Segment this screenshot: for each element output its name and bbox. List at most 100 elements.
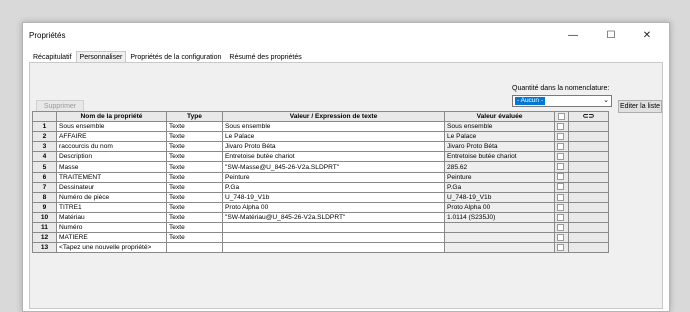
row-checkbox[interactable] bbox=[557, 183, 564, 191]
value-expression-cell[interactable]: "SW-Masse@U_845-26-V2a.SLDPRT" bbox=[222, 161, 445, 173]
row-checkbox-cell[interactable] bbox=[554, 121, 569, 133]
row-checkbox-cell[interactable] bbox=[554, 232, 569, 244]
type-cell[interactable]: Texte bbox=[166, 232, 223, 244]
value-expression-cell[interactable]: "SW-Matériau@U_845-26-V2a.SLDPRT" bbox=[222, 211, 445, 224]
property-name-cell[interactable]: Masse bbox=[56, 161, 167, 173]
row-number: 8 bbox=[32, 191, 57, 203]
type-cell[interactable]: Texte bbox=[166, 201, 223, 213]
row-link-cell bbox=[568, 151, 609, 163]
row-checkbox-cell[interactable] bbox=[554, 181, 569, 193]
table-row[interactable]: 12 MATIERE Texte bbox=[32, 232, 609, 244]
table-row[interactable]: 6 TRAITEMENT Texte Peinture Peinture bbox=[32, 171, 609, 183]
quantity-select[interactable]: - Aucun - ⌄ bbox=[512, 95, 612, 107]
row-checkbox-cell[interactable] bbox=[554, 171, 569, 183]
row-checkbox-cell[interactable] bbox=[554, 201, 569, 213]
property-name-cell[interactable]: Matériau bbox=[56, 211, 167, 224]
value-expression-cell[interactable]: Jivaro Proto Béta bbox=[222, 141, 445, 153]
row-checkbox-cell[interactable] bbox=[554, 161, 569, 173]
tab-bar: Récapitulatif Personnaliser Propriétés d… bbox=[29, 51, 306, 63]
minimize-button[interactable]: — bbox=[561, 27, 585, 45]
table-row[interactable]: 11 Numéro Texte bbox=[32, 222, 609, 234]
value-expression-cell[interactable] bbox=[222, 222, 445, 234]
row-link-cell bbox=[568, 222, 609, 234]
table-row[interactable]: 9 TITRE1 Texte Proto Alpha 00 Proto Alpha 00 bbox=[32, 201, 609, 213]
property-name-cell[interactable]: TRAITEMENT bbox=[56, 171, 167, 183]
row-checkbox-cell[interactable] bbox=[554, 151, 569, 163]
close-button[interactable]: ✕ bbox=[635, 27, 659, 45]
value-expression-cell[interactable]: Proto Alpha 00 bbox=[222, 201, 445, 213]
type-cell[interactable]: Texte bbox=[166, 141, 223, 153]
row-link-cell bbox=[568, 141, 609, 153]
table-row[interactable]: 4 Description Texte Entretoise butée chario… bbox=[32, 151, 609, 163]
row-checkbox-cell[interactable] bbox=[554, 222, 569, 234]
row-checkbox[interactable] bbox=[557, 193, 564, 201]
property-name-cell[interactable]: Description bbox=[56, 151, 167, 163]
row-checkbox[interactable] bbox=[557, 233, 564, 241]
header-select-all[interactable] bbox=[554, 110, 569, 123]
property-name-cell[interactable]: AFFAIRE bbox=[56, 131, 167, 143]
row-number: 13 bbox=[32, 242, 57, 254]
property-name-cell[interactable]: <Tapez une nouvelle propriété> bbox=[56, 242, 167, 254]
row-checkbox-cell[interactable] bbox=[554, 191, 569, 203]
type-cell[interactable]: Texte bbox=[166, 181, 223, 193]
table-row[interactable]: 3 raccourcis du nom Texte Jivaro Proto Béta… bbox=[32, 141, 609, 153]
type-cell[interactable]: Texte bbox=[166, 151, 223, 163]
header-link: ⊂⊃ bbox=[568, 110, 609, 123]
type-cell[interactable]: Texte bbox=[166, 121, 223, 133]
type-cell[interactable]: Texte bbox=[166, 131, 223, 143]
value-expression-cell[interactable]: Sous ensemble bbox=[222, 121, 445, 133]
table-row[interactable]: 13 <Tapez une nouvelle propriété> bbox=[32, 242, 609, 254]
type-cell[interactable] bbox=[166, 242, 223, 254]
value-expression-cell[interactable]: P.Ga bbox=[222, 181, 445, 193]
property-name-cell[interactable]: TITRE1 bbox=[56, 201, 167, 213]
value-expression-cell[interactable] bbox=[222, 242, 445, 254]
type-cell[interactable]: Texte bbox=[166, 171, 223, 183]
table-row[interactable]: 8 Numéro de pièce Texte U_748-19_V1b U_748-1… bbox=[32, 191, 609, 203]
row-checkbox-cell[interactable] bbox=[554, 242, 569, 254]
property-name-cell[interactable]: MATIERE bbox=[56, 232, 167, 244]
row-checkbox[interactable] bbox=[557, 163, 564, 171]
property-name-cell[interactable]: Sous ensemble bbox=[56, 121, 167, 133]
value-expression-cell[interactable] bbox=[222, 232, 445, 244]
evaluated-value-cell: U_748-19_V1b bbox=[444, 191, 555, 203]
row-checkbox[interactable] bbox=[557, 132, 564, 140]
maximize-button[interactable]: ☐ bbox=[599, 27, 623, 45]
row-checkbox[interactable] bbox=[557, 244, 564, 252]
table-row[interactable]: 1 Sous ensemble Texte Sous ensemble Sous ens… bbox=[32, 121, 609, 133]
type-cell[interactable]: Texte bbox=[166, 222, 223, 234]
property-name-cell[interactable]: raccourcis du nom bbox=[56, 141, 167, 153]
row-checkbox[interactable] bbox=[557, 203, 564, 211]
evaluated-value-cell: Sous ensemble bbox=[444, 121, 555, 133]
row-checkbox[interactable] bbox=[557, 143, 564, 151]
value-expression-cell[interactable]: U_748-19_V1b bbox=[222, 191, 445, 203]
row-number: 12 bbox=[32, 232, 57, 244]
value-expression-cell[interactable]: Le Palace bbox=[222, 131, 445, 143]
table-row[interactable]: 10 Matériau Texte "SW-Matériau@U_845-26-V2a… bbox=[32, 211, 609, 224]
property-name-cell[interactable]: Numéro de pièce bbox=[56, 191, 167, 203]
row-checkbox[interactable] bbox=[557, 213, 564, 221]
property-name-cell[interactable]: Dessinateur bbox=[56, 181, 167, 193]
value-expression-cell[interactable]: Peinture bbox=[222, 171, 445, 183]
value-expression-cell[interactable]: Entretoise butée chariot bbox=[222, 151, 445, 163]
select-all-checkbox[interactable] bbox=[558, 112, 565, 120]
evaluated-value-cell: P.Ga bbox=[444, 181, 555, 193]
table-row[interactable]: 2 AFFAIRE Texte Le Palace Le Palace bbox=[32, 131, 609, 143]
row-checkbox[interactable] bbox=[557, 153, 564, 161]
edit-list-button[interactable]: Editer la liste bbox=[618, 100, 662, 113]
row-checkbox-cell[interactable] bbox=[554, 211, 569, 224]
row-checkbox[interactable] bbox=[557, 122, 564, 130]
type-cell[interactable]: Texte bbox=[166, 161, 223, 173]
window-title: Propriétés bbox=[29, 31, 66, 40]
row-checkbox-cell[interactable] bbox=[554, 131, 569, 143]
type-cell[interactable]: Texte bbox=[166, 211, 223, 224]
property-name-cell[interactable]: Numéro bbox=[56, 222, 167, 234]
type-cell[interactable]: Texte bbox=[166, 191, 223, 203]
row-checkbox-cell[interactable] bbox=[554, 141, 569, 153]
row-checkbox[interactable] bbox=[557, 173, 564, 181]
row-checkbox[interactable] bbox=[557, 223, 564, 231]
row-link-cell bbox=[568, 191, 609, 203]
row-link-cell bbox=[568, 121, 609, 133]
table-row[interactable]: 7 Dessinateur Texte P.Ga P.Ga bbox=[32, 181, 609, 193]
table-row[interactable]: 5 Masse Texte "SW-Masse@U_845-26-V2a.SLDPRT… bbox=[32, 161, 609, 173]
header-value-expression: Valeur / Expression de texte bbox=[222, 110, 445, 123]
